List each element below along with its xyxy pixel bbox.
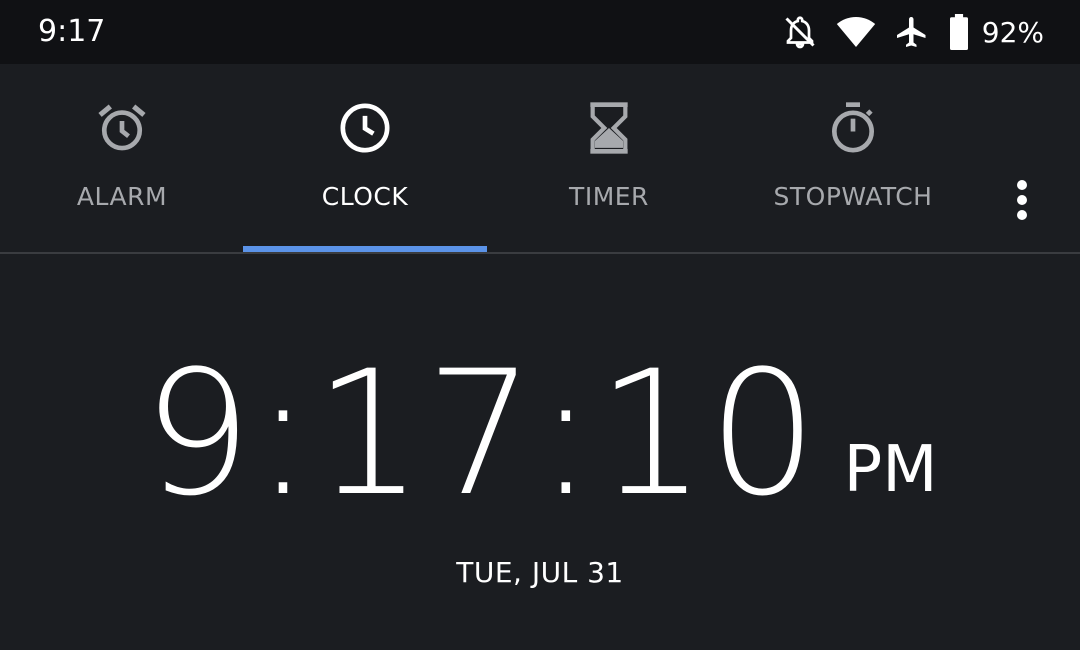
status-bar: 9:17 92%	[0, 0, 1080, 64]
wifi-icon	[836, 14, 876, 50]
tab-label-clock: CLOCK	[321, 182, 409, 211]
tab-stopwatch[interactable]: STOPWATCH	[731, 64, 975, 252]
status-time: 9:17	[38, 14, 106, 49]
more-options-button[interactable]	[1002, 172, 1042, 228]
hourglass-icon	[581, 100, 637, 156]
clock-date: TUE, JUL 31	[456, 556, 624, 589]
tab-clock[interactable]: CLOCK	[243, 64, 487, 252]
tab-bar: ALARM CLOCK TIMER STOPWATCH	[0, 64, 1080, 252]
tab-label-stopwatch: STOPWATCH	[773, 182, 933, 211]
clock-ampm: PM	[843, 433, 938, 507]
airplane-mode-icon	[894, 14, 930, 50]
tab-timer[interactable]: TIMER	[487, 64, 731, 252]
stopwatch-icon	[825, 100, 881, 156]
notifications-off-icon	[782, 14, 818, 50]
tab-label-timer: TIMER	[569, 182, 649, 211]
digital-clock: 9:17:10 PM	[0, 320, 1080, 520]
clock-icon	[337, 100, 393, 156]
clock-time: 9:17:10	[142, 333, 820, 534]
tab-divider	[0, 252, 1080, 254]
battery-icon	[948, 14, 970, 50]
alarm-clock-icon	[94, 100, 150, 156]
tab-label-alarm: ALARM	[76, 182, 168, 211]
tab-alarm[interactable]: ALARM	[0, 64, 244, 252]
more-vert-icon	[1017, 180, 1027, 190]
battery-percentage: 92%	[981, 15, 1044, 49]
status-icons: 92%	[764, 10, 1044, 54]
